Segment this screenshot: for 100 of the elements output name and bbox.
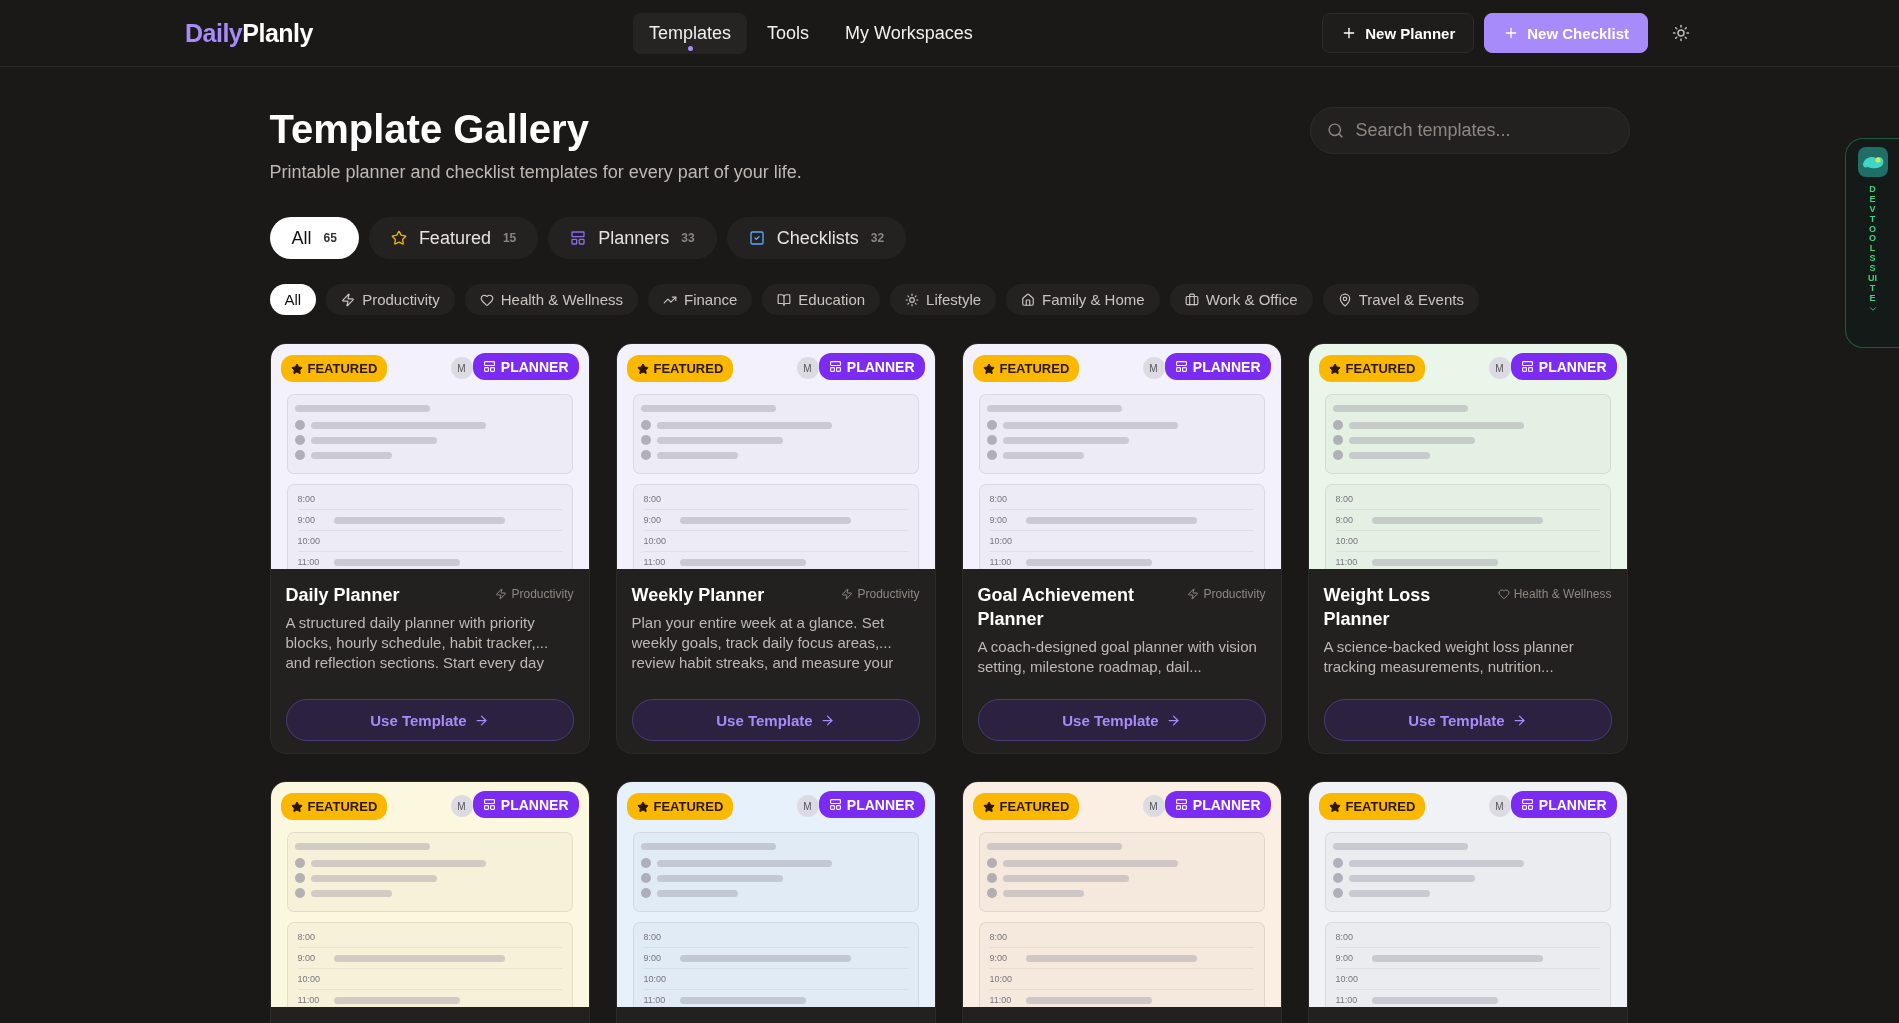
card-category: Productivity — [495, 587, 574, 601]
category-chip[interactable]: Work & Office — [1169, 284, 1313, 315]
template-card[interactable]: FEATURED M PLANNER 8:00 9:00 10:00 11:00 Goal Achievement Planner Productivity A coach-designed goal planner with vision setting, milestone roadmap, dail... Use Template — [961, 343, 1282, 754]
author-avatar: M — [796, 357, 819, 379]
use-template-button[interactable]: Use Template — [977, 699, 1266, 741]
layout-icon — [828, 360, 842, 373]
planner-badge: PLANNER — [472, 791, 579, 818]
type-tab[interactable]: All 65 — [269, 217, 359, 259]
chip-label: All — [284, 291, 302, 308]
checkbox-icon — [748, 230, 765, 246]
star-icon — [982, 362, 995, 375]
time-label: 11:00 — [643, 557, 667, 567]
category-chip[interactable]: Health & Wellness — [464, 284, 638, 315]
planner-badge: PLANNER — [818, 791, 925, 818]
planner-badge: PLANNER — [1164, 353, 1271, 380]
author-avatar: M — [1142, 795, 1165, 817]
time-label: 8:00 — [989, 932, 1009, 942]
card-category: Productivity — [1187, 587, 1266, 601]
time-label: 10:00 — [643, 536, 668, 546]
template-card[interactable]: FEATURED M PLANNER 8:00 9:00 10:00 11:00 Weight Loss Planner Health & Wellness A science-backed weight loss planner tracking measurements, nutrition... Use Template — [1307, 343, 1628, 754]
star-icon — [290, 800, 303, 813]
star-icon — [390, 230, 407, 246]
layout-icon — [570, 230, 587, 246]
tab-count: 15 — [502, 231, 517, 245]
featured-badge: FEATURED — [972, 793, 1080, 820]
card-description: A science-backed weight loss planner tracking measurements, nutrition... — [1323, 637, 1575, 677]
category-chip[interactable]: All — [269, 284, 317, 315]
card-category: Health & Wellness — [1497, 587, 1612, 601]
author-avatar: M — [1488, 795, 1511, 817]
nav-link[interactable]: Templates — [632, 12, 747, 54]
lightning-icon — [841, 588, 854, 600]
brand-logo[interactable]: DailyPlanly — [185, 18, 313, 48]
author-avatar: M — [450, 357, 473, 379]
use-template-button[interactable]: Use Template — [285, 699, 574, 741]
planner-badge: PLANNER — [472, 353, 579, 380]
template-card[interactable]: FEATURED M PLANNER 8:00 9:00 10:00 11:00 — [269, 781, 590, 1023]
author-avatar: M — [796, 795, 819, 817]
featured-badge: FEATURED — [280, 793, 388, 820]
chip-label: Health & Wellness — [500, 291, 623, 308]
star-icon — [636, 800, 649, 813]
layout-icon — [1520, 360, 1534, 373]
time-label: 11:00 — [989, 995, 1013, 1005]
card-description: A structured daily planner with priority blocks, hourly schedule, habit tracker,... and reflection sections. Start every day — [285, 613, 550, 673]
search-input[interactable]: Search templates... — [1353, 119, 1613, 142]
time-label: 8:00 — [643, 932, 663, 942]
template-card[interactable]: FEATURED M PLANNER 8:00 9:00 10:00 11:00 — [1307, 781, 1628, 1023]
time-label: 8:00 — [643, 494, 663, 504]
search-icon — [1326, 122, 1344, 139]
time-label: 11:00 — [297, 557, 321, 567]
time-label: 8:00 — [1335, 494, 1355, 504]
time-label: 9:00 — [989, 953, 1009, 963]
tab-label: Checklists — [776, 227, 859, 249]
time-label: 11:00 — [1335, 557, 1359, 567]
time-label: 10:00 — [297, 536, 322, 546]
time-label: 8:00 — [297, 494, 317, 504]
nav-link[interactable]: Tools — [750, 12, 825, 54]
category-chip[interactable]: Education — [762, 284, 881, 315]
nav-link[interactable]: My Workspaces — [829, 12, 989, 54]
card-title: Daily Planner — [285, 584, 400, 607]
new-planner-button[interactable]: New Planner — [1322, 13, 1475, 53]
tab-count: 33 — [681, 231, 695, 245]
featured-badge: FEATURED — [1318, 793, 1426, 820]
chip-label: Travel & Events — [1358, 291, 1464, 308]
time-label: 8:00 — [989, 494, 1009, 504]
side-panel[interactable]: DEVTOOLS SUITE — [1845, 138, 1899, 348]
category-chip[interactable]: Travel & Events — [1322, 284, 1479, 315]
template-card[interactable]: FEATURED M PLANNER 8:00 9:00 10:00 11:00 — [615, 781, 936, 1023]
star-icon — [1328, 800, 1341, 813]
planner-badge: PLANNER — [818, 353, 925, 380]
use-template-button[interactable]: Use Template — [1323, 699, 1612, 741]
category-chip[interactable]: Family & Home — [1006, 284, 1160, 315]
template-card[interactable]: FEATURED M PLANNER 8:00 9:00 10:00 11:00 — [961, 781, 1282, 1023]
category-chip[interactable]: Lifestyle — [890, 284, 997, 315]
arrow-icon — [1165, 712, 1181, 728]
planner-badge: PLANNER — [1510, 791, 1617, 818]
template-card[interactable] — [269, 343, 590, 754]
category-chip[interactable]: Finance — [648, 284, 753, 315]
author-avatar: M — [1142, 357, 1165, 379]
type-tab[interactable]: Checklists 32 — [726, 217, 907, 259]
app-icon — [1857, 147, 1888, 177]
arrow-icon — [473, 712, 489, 728]
time-label: 9:00 — [1335, 515, 1355, 525]
type-tab[interactable]: Featured 15 — [368, 217, 539, 259]
chip-label: Lifestyle — [926, 291, 982, 308]
chip-label: Finance — [684, 291, 738, 308]
chip-label: Productivity — [362, 291, 440, 308]
star-icon — [1328, 362, 1341, 375]
type-tab[interactable]: Planners 33 — [548, 217, 717, 259]
featured-badge: FEATURED — [626, 355, 734, 382]
template-card[interactable] — [615, 343, 936, 754]
time-label: 10:00 — [1335, 536, 1360, 546]
time-label: 10:00 — [989, 536, 1014, 546]
card-description: Plan your entire week at a glance. Set weekly goals, track daily focus areas,... review habit streaks, and measure your — [631, 613, 895, 673]
search-field[interactable]: Search templates... — [1309, 107, 1630, 154]
featured-badge: FEATURED — [280, 355, 388, 382]
card-description: A coach-designed goal planner with vision setting, milestone roadmap, dail... — [977, 637, 1258, 677]
time-label: 11:00 — [643, 995, 667, 1005]
layout-icon — [1174, 798, 1188, 811]
use-template-button[interactable]: Use Template — [631, 699, 920, 741]
category-chip[interactable]: Productivity — [326, 284, 455, 315]
